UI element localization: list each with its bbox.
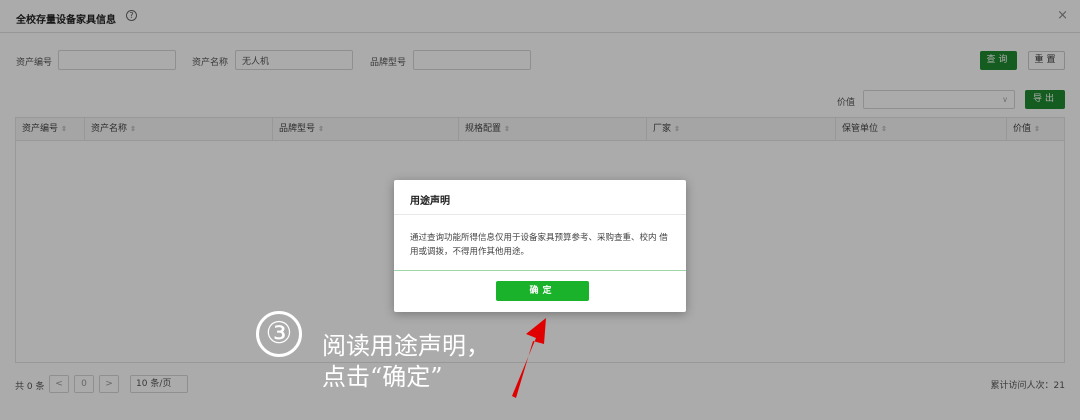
page: 全校存量设备家具信息 ? × 资产编号 资产名称 品牌型号 查询 重置 价值 ∨… (0, 0, 1080, 420)
annotation-text: 阅读用途声明， 点击“确定” (322, 331, 562, 393)
dialog-title: 用途声明 (410, 196, 450, 207)
divider (394, 214, 686, 215)
divider (394, 270, 686, 271)
dialog-body: 通过查询功能所得信息仅用于设备家具预算参考、采购查重、校内 借用或调拨，不得用作… (410, 233, 668, 257)
annotation-line-2: 点击“确定” (322, 363, 443, 391)
confirm-button[interactable]: 确定 (496, 281, 589, 301)
annotation-line-1: 阅读用途声明， (322, 332, 490, 360)
usage-statement-dialog: 用途声明 通过查询功能所得信息仅用于设备家具预算参考、采购查重、校内 借用或调拨… (394, 180, 686, 312)
step-number-badge: ③ (256, 311, 302, 357)
